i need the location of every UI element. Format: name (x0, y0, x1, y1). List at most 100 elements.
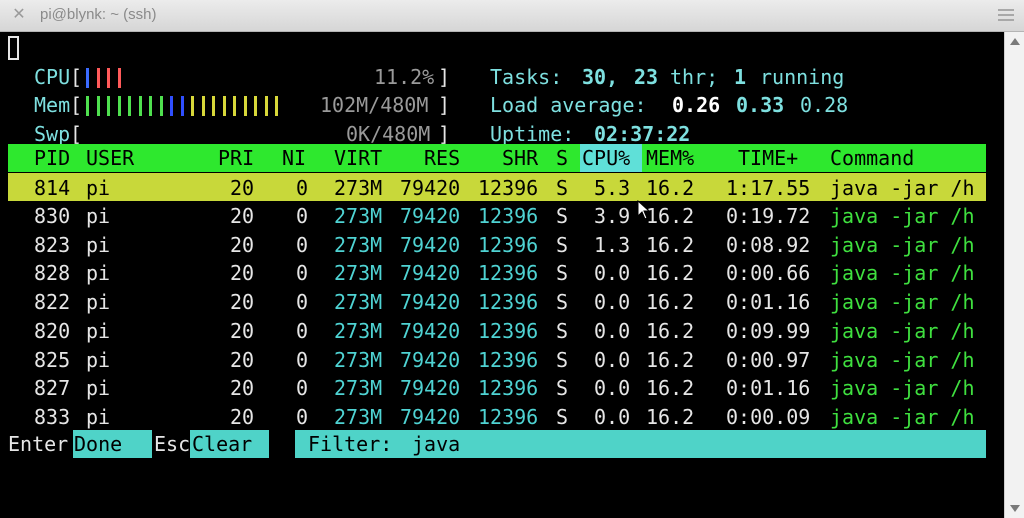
tasks-count: 30, (582, 65, 619, 89)
cell-virt: 273M (334, 318, 383, 343)
cell-pid: 825 (34, 347, 71, 372)
cell-virt: 273M (334, 290, 383, 315)
cell-s: S (556, 347, 569, 372)
col-virt[interactable]: VIRT (334, 144, 382, 172)
scroll-up-icon[interactable] (1010, 38, 1020, 45)
meter-bar-segment (275, 96, 278, 116)
col-res[interactable]: RES (424, 144, 460, 172)
cell-shr: 12396 (478, 376, 539, 401)
cell-virt: 273M (334, 347, 383, 372)
meter-bar-segment (201, 96, 205, 116)
cell-user: pi (86, 376, 111, 401)
cell-mem: 16.2 (646, 376, 695, 401)
meter-bar-segment (86, 68, 89, 88)
cell-mem: 16.2 (646, 176, 695, 200)
cell-res: 79420 (400, 204, 461, 228)
cell-ni: 0 (296, 347, 309, 372)
cell-mem: 16.2 (646, 204, 695, 228)
cell-cpu: 0.0 (594, 261, 631, 286)
mouse-pointer-icon (637, 200, 651, 220)
cell-shr: 12396 (478, 347, 539, 372)
cell-cmd: java -jar /h (830, 232, 975, 257)
cell-time: 0:08.92 (726, 232, 811, 257)
vertical-scrollbar[interactable] (1004, 32, 1024, 518)
cell-mem: 16.2 (646, 347, 695, 372)
meter-bar-segment (107, 68, 110, 88)
mem-meter-value: 102M/480M (320, 93, 429, 117)
cell-virt: 273M (334, 404, 383, 429)
mem-meter-open-bracket: [ (70, 93, 83, 117)
meter-bar-segment (159, 96, 163, 116)
cell-time: 0:00.97 (726, 347, 811, 372)
meter-bar-segment (86, 96, 89, 116)
cell-pri: 20 (230, 232, 255, 257)
cell-shr: 12396 (478, 290, 539, 315)
meter-bar-segment (117, 96, 121, 116)
col-ni[interactable]: NI (282, 144, 306, 172)
cell-s: S (556, 290, 569, 315)
cell-shr: 12396 (478, 318, 539, 343)
cell-s: S (556, 376, 569, 401)
load-average-5: 0.33 (736, 93, 785, 117)
title-bar: ✕ pi@blynk: ~ (ssh) (0, 0, 1024, 32)
cell-cmd: java -jar /h (830, 290, 975, 315)
cell-ni: 0 (296, 290, 309, 315)
col-shr[interactable]: SHR (502, 144, 538, 172)
cell-s: S (556, 261, 569, 286)
cell-pri: 20 (230, 347, 255, 372)
scroll-down-icon[interactable] (1010, 505, 1020, 512)
cell-ni: 0 (296, 261, 309, 286)
col-command[interactable]: Command (830, 144, 914, 172)
cell-ni: 0 (296, 318, 309, 343)
load-average-15: 0.28 (800, 93, 849, 117)
col-cpu[interactable]: CPU% (582, 144, 630, 172)
load-average-label: Load average: (490, 93, 647, 117)
cell-s: S (556, 404, 569, 429)
cpu-meter-open-bracket: [ (70, 65, 83, 89)
col-time[interactable]: TIME+ (738, 144, 798, 172)
done-button-label: Done (74, 432, 123, 456)
filter-input[interactable] (295, 430, 986, 458)
cell-cpu: 0.0 (594, 376, 631, 401)
cell-pid: 820 (34, 318, 71, 343)
cell-cmd: java -jar /h (830, 404, 975, 429)
meter-bar-segment (149, 96, 152, 116)
cell-pri: 20 (230, 290, 255, 315)
meter-bar-segment (138, 96, 142, 116)
meter-bar-segment (180, 96, 184, 116)
cell-shr: 12396 (478, 232, 539, 257)
cell-res: 79420 (400, 404, 461, 429)
meter-bar-segment (264, 96, 268, 116)
col-user[interactable]: USER (86, 144, 134, 172)
col-pid[interactable]: PID (34, 144, 70, 172)
cell-mem: 16.2 (646, 232, 695, 257)
cell-res: 79420 (400, 318, 461, 343)
running-label: running (760, 65, 845, 89)
cell-cpu: 0.0 (594, 404, 631, 429)
cell-user: pi (86, 261, 111, 286)
cell-time: 0:09.99 (726, 318, 811, 343)
meter-bar-segment (128, 96, 131, 116)
cell-mem: 16.2 (646, 318, 695, 343)
cell-ni: 0 (296, 232, 309, 257)
cell-cmd: java -jar /h (830, 204, 975, 228)
cell-virt: 273M (334, 232, 383, 257)
col-mem[interactable]: MEM% (646, 144, 694, 172)
cell-pid: 823 (34, 232, 71, 257)
cell-time: 0:01.16 (726, 290, 811, 315)
cell-cpu: 0.0 (594, 318, 631, 343)
cell-mem: 16.2 (646, 404, 695, 429)
running-count: 1 (734, 65, 747, 89)
cell-cpu: 3.9 (594, 204, 631, 228)
cell-s: S (556, 204, 569, 228)
cell-shr: 12396 (478, 204, 539, 228)
tasks-label: Tasks: (490, 65, 563, 89)
col-pri[interactable]: PRI (218, 144, 254, 172)
cell-user: pi (86, 347, 111, 372)
cell-time: 1:17.55 (726, 176, 811, 200)
col-state[interactable]: S (556, 144, 568, 172)
cell-res: 79420 (400, 232, 461, 257)
hamburger-menu-icon[interactable] (998, 9, 1014, 21)
close-icon[interactable]: ✕ (10, 5, 28, 23)
cell-res: 79420 (400, 290, 461, 315)
